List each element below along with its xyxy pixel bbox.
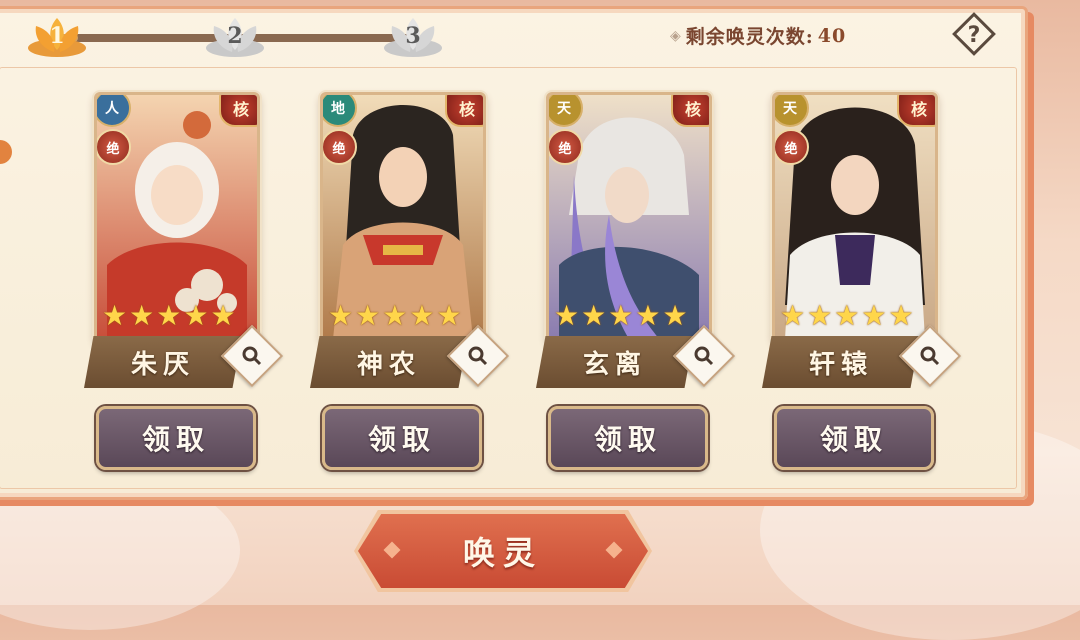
core-badge: 核 [219, 95, 257, 127]
rarity-badge: 绝 [775, 129, 809, 165]
rarity-badge: 绝 [323, 129, 357, 165]
summon-button-label: 唤灵 [462, 534, 543, 572]
rarity-badge: 绝 [549, 129, 583, 165]
claim-button-label: 领取 [819, 423, 888, 456]
star-icon: ★ [210, 299, 236, 332]
stage-3-label: 3 [405, 23, 421, 49]
rarity-badge: 绝 [97, 129, 131, 165]
stage-1-label: 1 [49, 23, 65, 49]
star-icon: ★ [355, 299, 381, 332]
hero-nameplate: 神农 [310, 336, 468, 388]
star-rating: ★ ★ ★ ★ ★ [328, 302, 478, 332]
core-badge: 核 [671, 95, 709, 127]
claim-button[interactable]: 领取 [548, 406, 708, 470]
diamond-icon: ◈ [670, 27, 682, 44]
star-icon: ★ [102, 299, 128, 332]
star-icon: ★ [156, 299, 182, 332]
claim-button[interactable]: 领取 [322, 406, 482, 470]
claim-button-label: 领取 [141, 423, 210, 456]
stage-2-lotus-icon: 2 [204, 14, 266, 58]
hero-name: 玄离 [582, 349, 647, 380]
claim-button-label: 领取 [367, 423, 436, 456]
stage-3-lotus-icon: 3 [382, 14, 444, 58]
svg-text:?: ? [968, 23, 981, 48]
hero-name: 轩辕 [808, 349, 873, 380]
star-icon: ★ [436, 299, 462, 332]
star-icon: ★ [608, 299, 634, 332]
star-icon: ★ [183, 299, 209, 332]
magnifier-icon [920, 346, 940, 366]
remaining-summons: ◈ 剩余唤灵次数: 40 [670, 22, 846, 49]
star-icon: ★ [129, 299, 155, 332]
star-icon: ★ [382, 299, 408, 332]
star-icon: ★ [861, 299, 887, 332]
remaining-summons-label: 剩余唤灵次数: [685, 26, 814, 48]
claim-button[interactable]: 领取 [96, 406, 256, 470]
magnifier-icon [694, 346, 714, 366]
stage-1-lotus-icon: 1 [26, 14, 88, 58]
claim-button-label: 领取 [593, 423, 662, 456]
hero-nameplate: 轩辕 [762, 336, 920, 388]
star-icon: ★ [554, 299, 580, 332]
summon-button[interactable]: 唤灵 [358, 514, 648, 588]
hero-name: 神农 [356, 349, 421, 380]
star-rating: ★ ★ ★ ★ ★ [102, 302, 252, 332]
magnifier-icon [242, 346, 262, 366]
star-icon: ★ [662, 299, 688, 332]
star-icon: ★ [635, 299, 661, 332]
star-icon: ★ [581, 299, 607, 332]
star-icon: ★ [807, 299, 833, 332]
core-badge: 核 [445, 95, 483, 127]
hero-nameplate: 朱厌 [84, 336, 242, 388]
remaining-summons-count: 40 [817, 24, 847, 47]
star-rating: ★ ★ ★ ★ ★ [554, 302, 704, 332]
diamond-ornament-icon [605, 541, 623, 559]
star-icon: ★ [409, 299, 435, 332]
hero-nameplate: 玄离 [536, 336, 694, 388]
star-rating: ★ ★ ★ ★ ★ [780, 302, 930, 332]
hero-name: 朱厌 [130, 349, 195, 380]
star-icon: ★ [888, 299, 914, 332]
claim-button[interactable]: 领取 [774, 406, 934, 470]
help-button[interactable]: ? [950, 10, 998, 58]
star-icon: ★ [780, 299, 806, 332]
star-icon: ★ [328, 299, 354, 332]
core-badge: 核 [897, 95, 935, 127]
stage-2-label: 2 [227, 23, 243, 49]
question-icon: ? [952, 12, 996, 56]
diamond-ornament-icon [383, 541, 401, 559]
magnifier-icon [468, 346, 488, 366]
star-icon: ★ [834, 299, 860, 332]
